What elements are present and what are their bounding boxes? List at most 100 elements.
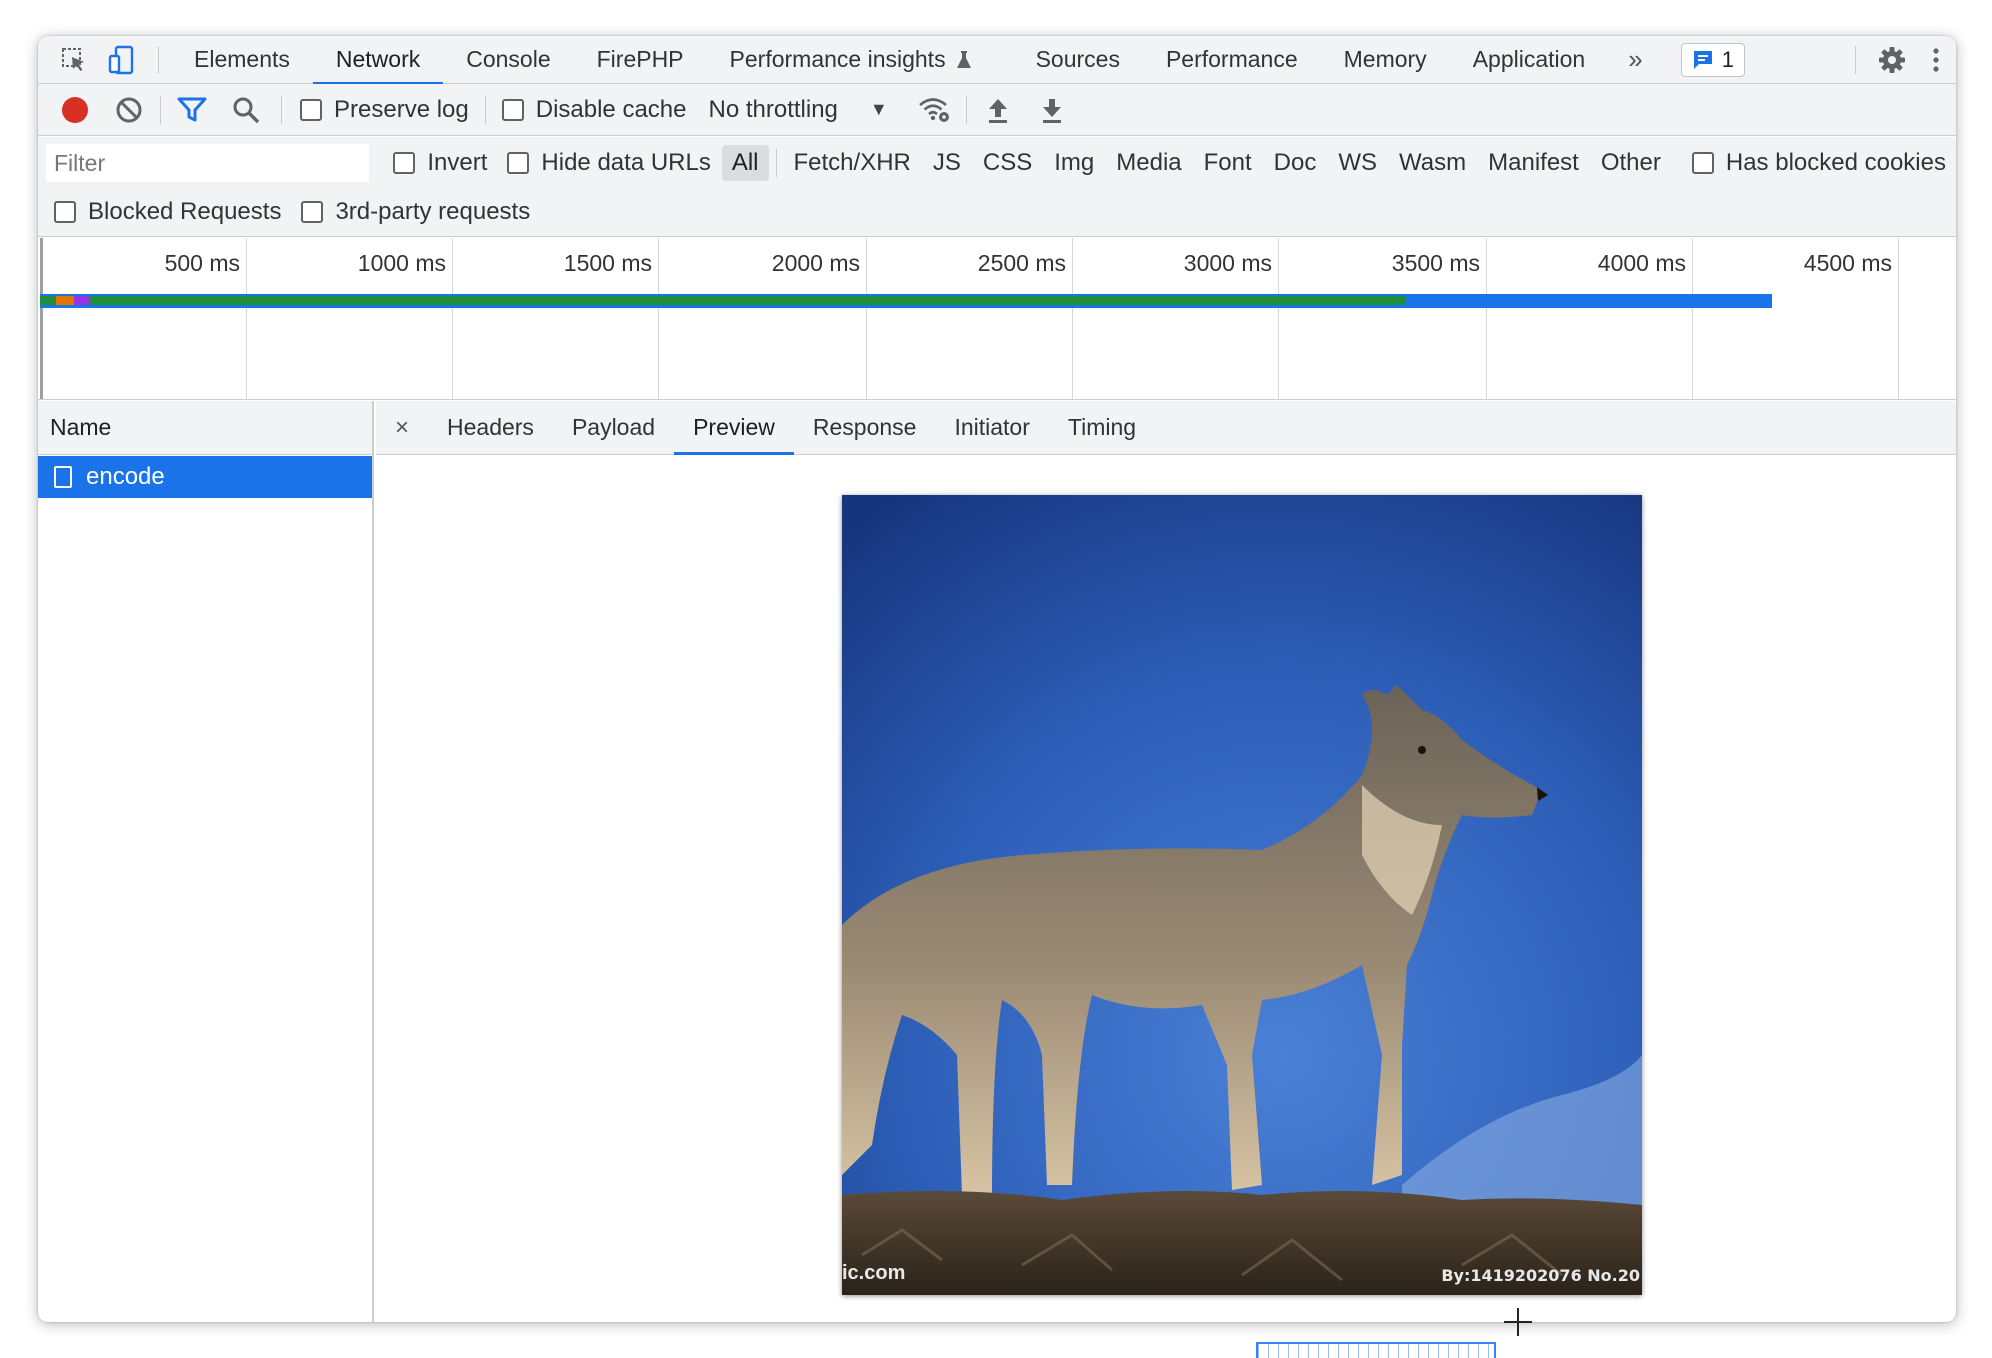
type-filter-manifest[interactable]: Manifest (1478, 145, 1589, 181)
disable-cache-checkbox[interactable]: Disable cache (501, 95, 687, 124)
type-filter-other[interactable]: Other (1591, 145, 1671, 181)
blocked-requests-checkbox[interactable]: Blocked Requests (54, 198, 281, 226)
wolf-photo (842, 495, 1642, 1295)
name-column-header[interactable]: Name (38, 401, 372, 455)
type-filter-doc[interactable]: Doc (1264, 145, 1327, 181)
tab-label: Response (812, 414, 917, 440)
tab-elements[interactable]: Elements (171, 36, 313, 84)
search-button[interactable] (219, 84, 273, 136)
checkbox-box[interactable] (393, 152, 416, 174)
toolbar-divider (281, 95, 282, 124)
time-label: 4000 ms (1597, 250, 1686, 276)
tab-label: FirePHP (596, 46, 684, 72)
tab-sources[interactable]: Sources (1013, 36, 1143, 84)
preserve-log-checkbox[interactable]: Preserve log (300, 96, 469, 124)
time-label: 1000 ms (357, 250, 446, 276)
checkbox-box[interactable] (507, 152, 530, 174)
clear-button[interactable] (102, 84, 156, 136)
disable-cache-label: Disable cache (535, 95, 687, 123)
has-blocked-cookies-label: Has blocked cookies (1725, 149, 1946, 176)
hide-data-urls-label: Hide data URLs (541, 149, 711, 176)
tab-memory[interactable]: Memory (1321, 36, 1450, 84)
request-list-panel: Name encode (38, 401, 374, 1322)
export-har-button[interactable] (1025, 84, 1079, 136)
tab-label: Application (1472, 46, 1586, 72)
preserve-log-label: Preserve log (334, 95, 469, 123)
tab-initiator[interactable]: Initiator (935, 401, 1048, 454)
type-filter-js[interactable]: JS (923, 145, 971, 181)
experiment-flask-icon (956, 50, 971, 68)
tab-label: Elements (194, 46, 290, 72)
tab-application[interactable]: Application (1450, 36, 1609, 84)
tab-performance-insights[interactable]: Performance insights (707, 36, 995, 84)
tab-timing[interactable]: Timing (1049, 401, 1155, 454)
issues-count: 1 (1721, 46, 1734, 72)
close-icon: × (394, 413, 409, 441)
document-icon (54, 466, 72, 488)
inspect-element-icon[interactable] (50, 36, 98, 84)
tab-label: Memory (1343, 46, 1427, 72)
throttling-select[interactable]: No throttling ▼ (708, 96, 887, 124)
timeline-bar-dns (56, 296, 74, 305)
tab-network[interactable]: Network (312, 36, 444, 85)
filter-toggle-button[interactable] (165, 84, 219, 136)
name-column-label: Name (50, 414, 112, 440)
tab-label: Performance insights (729, 46, 946, 72)
tab-headers[interactable]: Headers (428, 401, 553, 454)
device-toolbar-icon[interactable] (98, 36, 146, 84)
tab-label: Preview (693, 414, 775, 440)
invert-checkbox[interactable]: Invert (393, 149, 487, 177)
grid-line (1486, 238, 1487, 399)
tab-response[interactable]: Response (794, 401, 936, 454)
type-filter-ws[interactable]: WS (1328, 145, 1387, 181)
filter-input[interactable]: Filter (46, 144, 370, 182)
type-filter-css[interactable]: CSS (973, 145, 1042, 181)
toolbar-divider (160, 95, 161, 124)
request-row[interactable]: encode (38, 456, 372, 498)
network-overview-timeline[interactable]: 500 ms 1000 ms 1500 ms 2000 ms 2500 ms 3… (38, 238, 1956, 400)
import-har-button[interactable] (971, 84, 1025, 136)
record-button[interactable] (48, 84, 102, 136)
type-filter-media[interactable]: Media (1106, 145, 1191, 181)
third-party-requests-checkbox[interactable]: 3rd-party requests (301, 198, 530, 226)
tab-label: Payload (571, 414, 656, 440)
tab-console[interactable]: Console (443, 36, 573, 84)
crosshair-cursor-icon (1504, 1308, 1532, 1336)
tab-performance[interactable]: Performance (1143, 36, 1321, 84)
type-filter-wasm[interactable]: Wasm (1389, 145, 1476, 181)
network-conditions-button[interactable] (908, 84, 962, 136)
watermark-right: By:1419202076 No.20 (1441, 1266, 1640, 1285)
has-blocked-cookies-checkbox[interactable]: Has blocked cookies (1691, 149, 1946, 177)
invert-label: Invert (427, 149, 488, 176)
clear-icon (116, 97, 142, 122)
tab-firephp[interactable]: FirePHP (574, 36, 707, 84)
tab-label: Initiator (954, 414, 1030, 440)
wifi-settings-icon (918, 97, 949, 122)
time-label: 3000 ms (1183, 250, 1272, 276)
tab-payload[interactable]: Payload (553, 401, 674, 454)
checkbox-box[interactable] (301, 201, 324, 223)
time-label: 2500 ms (977, 250, 1066, 276)
main-tab-bar: Elements Network Console FirePHP Perform… (38, 36, 1956, 85)
more-tabs-chevron-icon[interactable]: » (1608, 36, 1662, 84)
checkbox-box[interactable] (54, 201, 76, 223)
tab-preview[interactable]: Preview (674, 401, 794, 455)
close-detail-button[interactable]: × (376, 401, 428, 454)
grid-line (866, 238, 867, 399)
type-filter-img[interactable]: Img (1044, 145, 1104, 181)
checkbox-box[interactable] (1691, 152, 1714, 174)
issues-button[interactable]: 1 (1680, 42, 1745, 77)
hide-data-urls-checkbox[interactable]: Hide data URLs (507, 149, 711, 177)
type-filter-all[interactable]: All (721, 145, 769, 181)
checkbox-box[interactable] (300, 98, 322, 121)
third-party-requests-label: 3rd-party requests (335, 198, 531, 225)
panel-tabs: Elements Network Console FirePHP Perform… (171, 36, 1609, 85)
type-filter-fetch-xhr[interactable]: Fetch/XHR (784, 145, 921, 181)
filter-funnel-icon (177, 97, 207, 121)
blocked-requests-label: Blocked Requests (88, 198, 282, 225)
type-filter-font[interactable]: Font (1194, 145, 1262, 181)
checkbox-box[interactable] (501, 98, 524, 121)
filter-placeholder: Filter (54, 149, 106, 176)
more-options-kebab-icon[interactable] (1916, 36, 1956, 84)
settings-gear-icon[interactable] (1868, 36, 1916, 84)
